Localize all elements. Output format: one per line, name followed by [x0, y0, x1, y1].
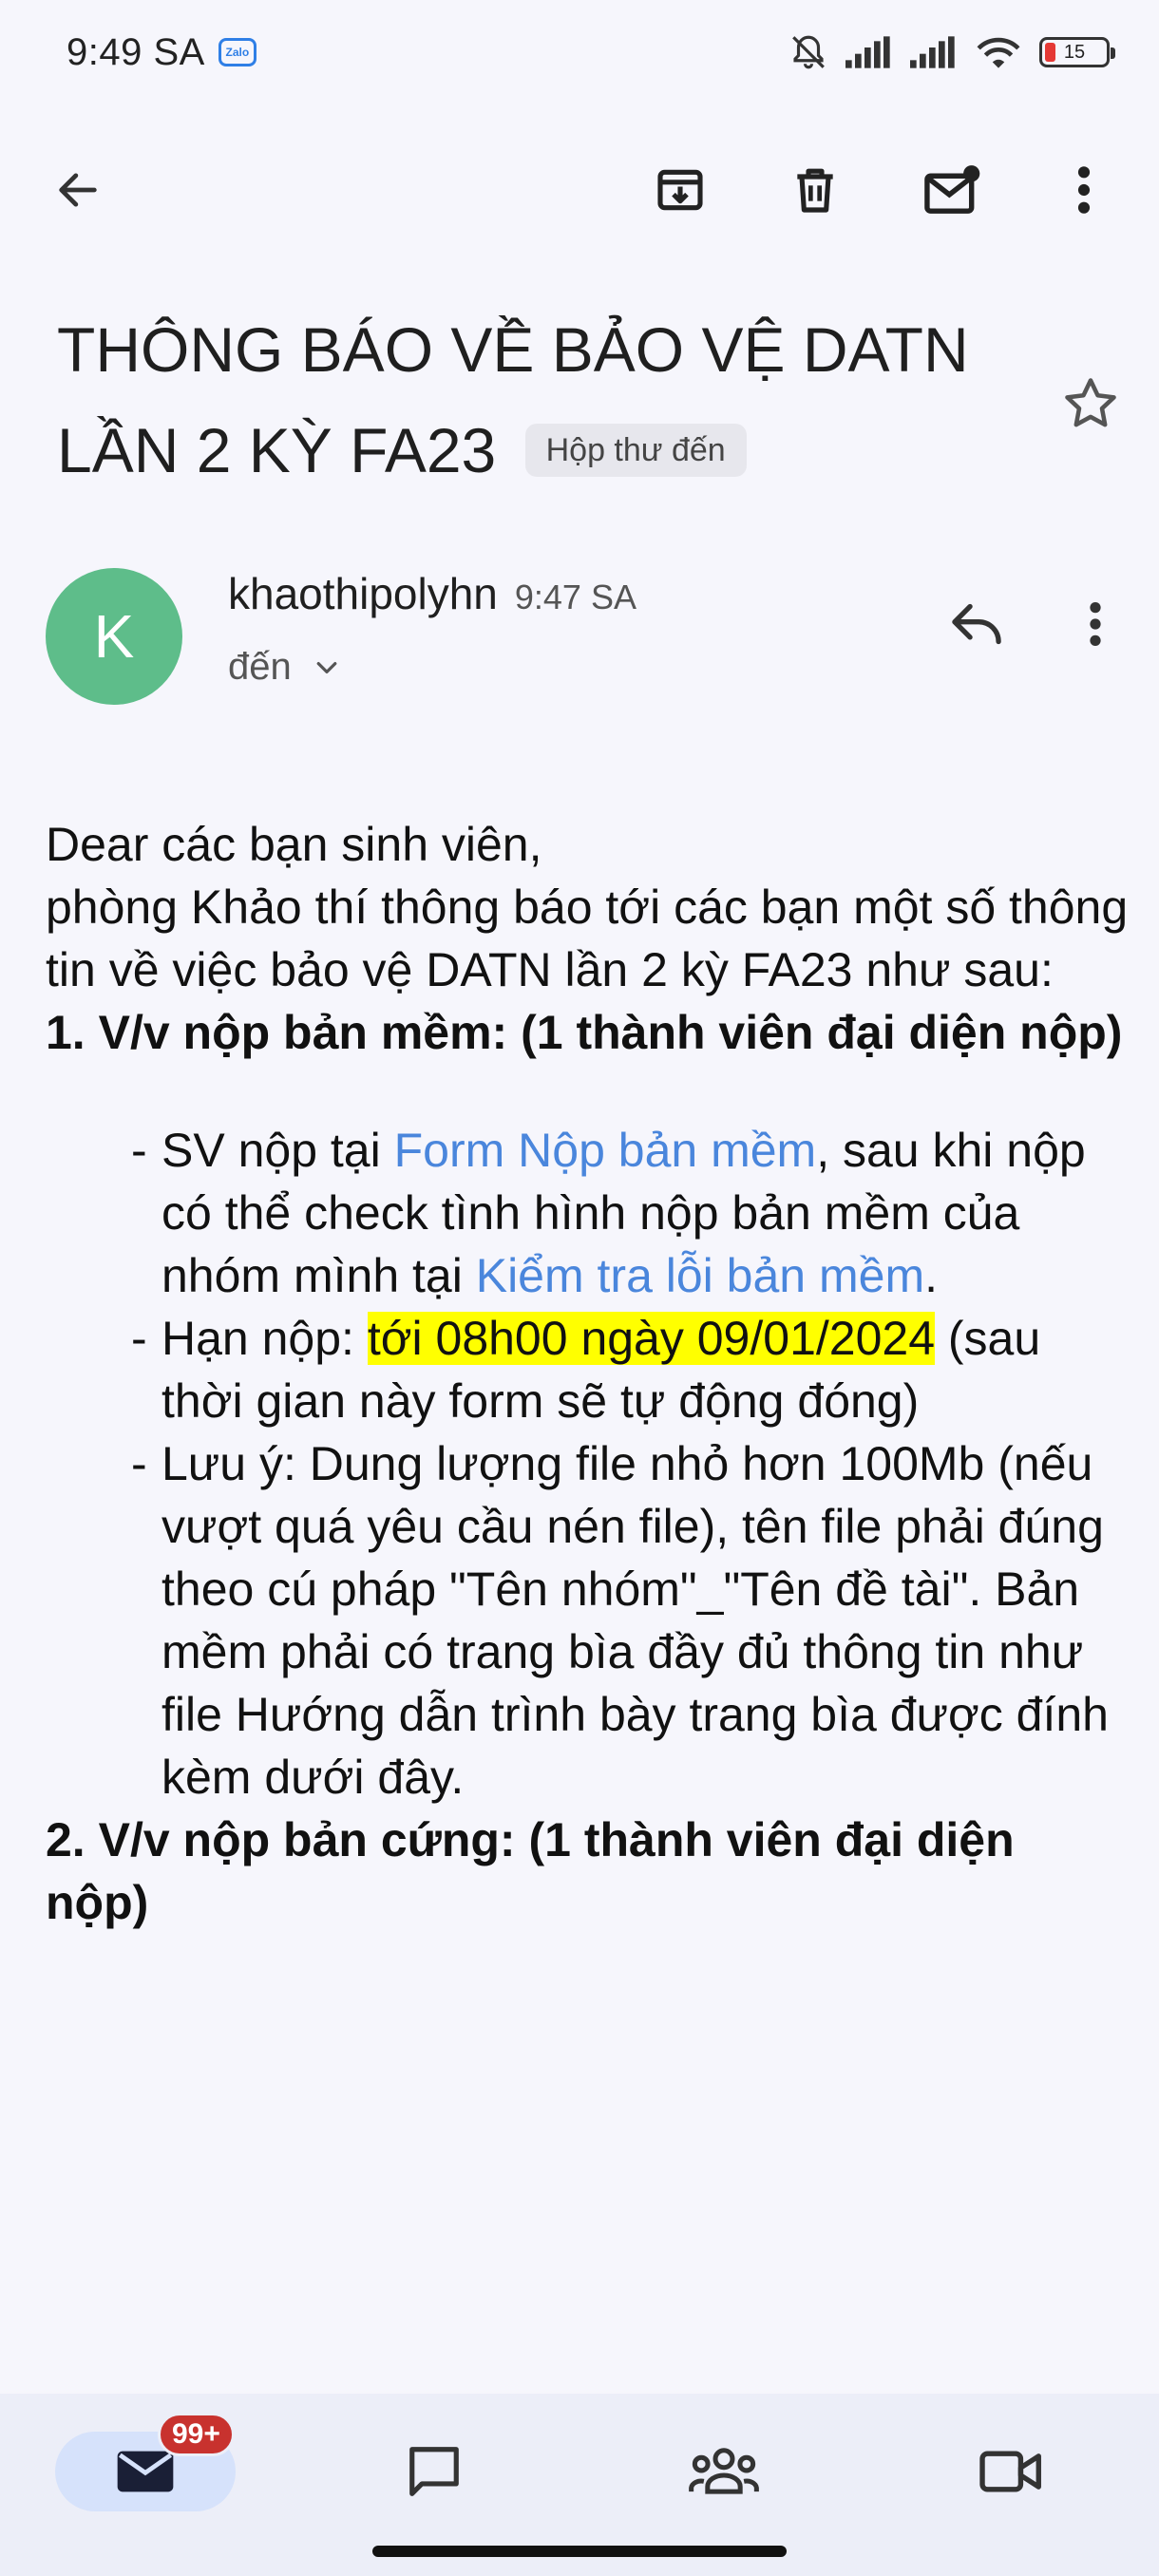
nav-meet[interactable] [922, 2432, 1102, 2511]
deadline-highlight: tới 08h00 ngày 09/01/2024 [367, 1312, 935, 1365]
back-button[interactable] [30, 142, 125, 237]
status-bar: 9:49 SA Zalo 15 [0, 0, 1159, 104]
more-options-button[interactable] [1036, 142, 1131, 237]
spaces-icon [689, 2448, 759, 2494]
chat-icon [409, 2447, 459, 2496]
nav-spaces[interactable] [634, 2432, 814, 2511]
item1-suffix: . [924, 1249, 939, 1302]
subject-block: THÔNG BÁO VỀ BẢO VỆ DATN LẦN 2 KỲ FA23 H… [57, 299, 1045, 501]
section1-heading: 1. V/v nộp bản mềm: (1 thành viên đại di… [46, 1006, 1123, 1059]
intro-paragraph: phòng Khảo thí thông báo tới các bạn một… [46, 881, 1129, 996]
delete-icon [797, 168, 833, 213]
battery-icon: 15 [1039, 37, 1115, 67]
greeting: Dear các bạn sinh viên, [46, 818, 542, 871]
subject-text: THÔNG BÁO VỀ BẢO VỆ DATN LẦN 2 KỲ FA23 [57, 314, 969, 485]
meet-icon [979, 2451, 1041, 2492]
sender-block: khaothipolyhn 9:47 SA đến [228, 568, 636, 689]
status-time: 9:49 SA [66, 30, 205, 73]
unread-badge: 99+ [158, 2413, 235, 2456]
inbox-label-chip[interactable]: Hộp thư đến [524, 423, 747, 477]
recipient-toggle[interactable]: đến [228, 646, 636, 689]
reply-icon [952, 603, 1001, 645]
nav-mail[interactable]: 99+ [55, 2413, 236, 2511]
sender-line: khaothipolyhn 9:47 SA [228, 568, 636, 619]
email-subject: THÔNG BÁO VỀ BẢO VỆ DATN LẦN 2 KỲ FA23 H… [57, 299, 1045, 501]
nav-chat[interactable] [344, 2432, 524, 2511]
archive-button[interactable] [633, 142, 728, 237]
item2-prefix: Hạn nộp: [162, 1312, 368, 1365]
form-submit-link[interactable]: Form Nộp bản mềm [394, 1124, 817, 1177]
sender-name[interactable]: khaothipolyhn [228, 568, 498, 619]
reply-button[interactable] [929, 577, 1024, 672]
recipient-label: đến [228, 646, 292, 688]
delete-button[interactable] [768, 142, 863, 237]
section1-list: SV nộp tại Form Nộp bản mềm, sau khi nộp… [131, 1119, 1129, 1809]
chevron-down-icon [316, 661, 337, 673]
top-app-bar [0, 142, 1159, 237]
archive-icon [657, 169, 703, 211]
list-item: Lưu ý: Dung lượng file nhỏ hơn 100Mb (nế… [131, 1432, 1129, 1809]
star-button[interactable] [1043, 356, 1138, 451]
email-body: Dear các bạn sinh viên, phòng Khảo thí t… [46, 813, 1129, 1934]
more-vert-icon [1077, 166, 1091, 214]
list-item: SV nộp tại Form Nộp bản mềm, sau khi nộp… [131, 1119, 1129, 1307]
item3-text: Lưu ý: Dung lượng file nhỏ hơn 100Mb (nế… [162, 1437, 1109, 1804]
home-indicator[interactable] [372, 2546, 787, 2557]
check-errors-link[interactable]: Kiểm tra lỗi bản mềm [476, 1249, 924, 1302]
sent-time: 9:47 SA [514, 578, 636, 616]
star-icon [1065, 378, 1116, 427]
section2-heading: 2. V/v nộp bản cứng: (1 thành viên đại d… [46, 1813, 1015, 1929]
mute-bell-icon [792, 35, 825, 69]
battery-fill [1045, 43, 1055, 62]
status-right: 15 [788, 32, 1115, 72]
list-item: Hạn nộp: tới 08h00 ngày 09/01/2024 (sau … [131, 1307, 1129, 1432]
zalo-icon: Zalo [218, 38, 256, 66]
mark-unread-button[interactable] [905, 142, 1000, 237]
item1-prefix: SV nộp tại [162, 1124, 394, 1177]
back-arrow-icon [59, 173, 97, 207]
signal-icon [910, 36, 955, 68]
mail-icon [117, 2451, 174, 2492]
more-vert-icon [1090, 602, 1101, 646]
message-more-button[interactable] [1048, 577, 1143, 672]
signal-icon [846, 36, 890, 68]
battery-level: 15 [1063, 41, 1086, 63]
sender-avatar[interactable]: K [46, 568, 182, 705]
wifi-icon [977, 37, 1020, 68]
mark-unread-icon [924, 165, 980, 214]
status-left: 9:49 SA Zalo [66, 31, 256, 74]
